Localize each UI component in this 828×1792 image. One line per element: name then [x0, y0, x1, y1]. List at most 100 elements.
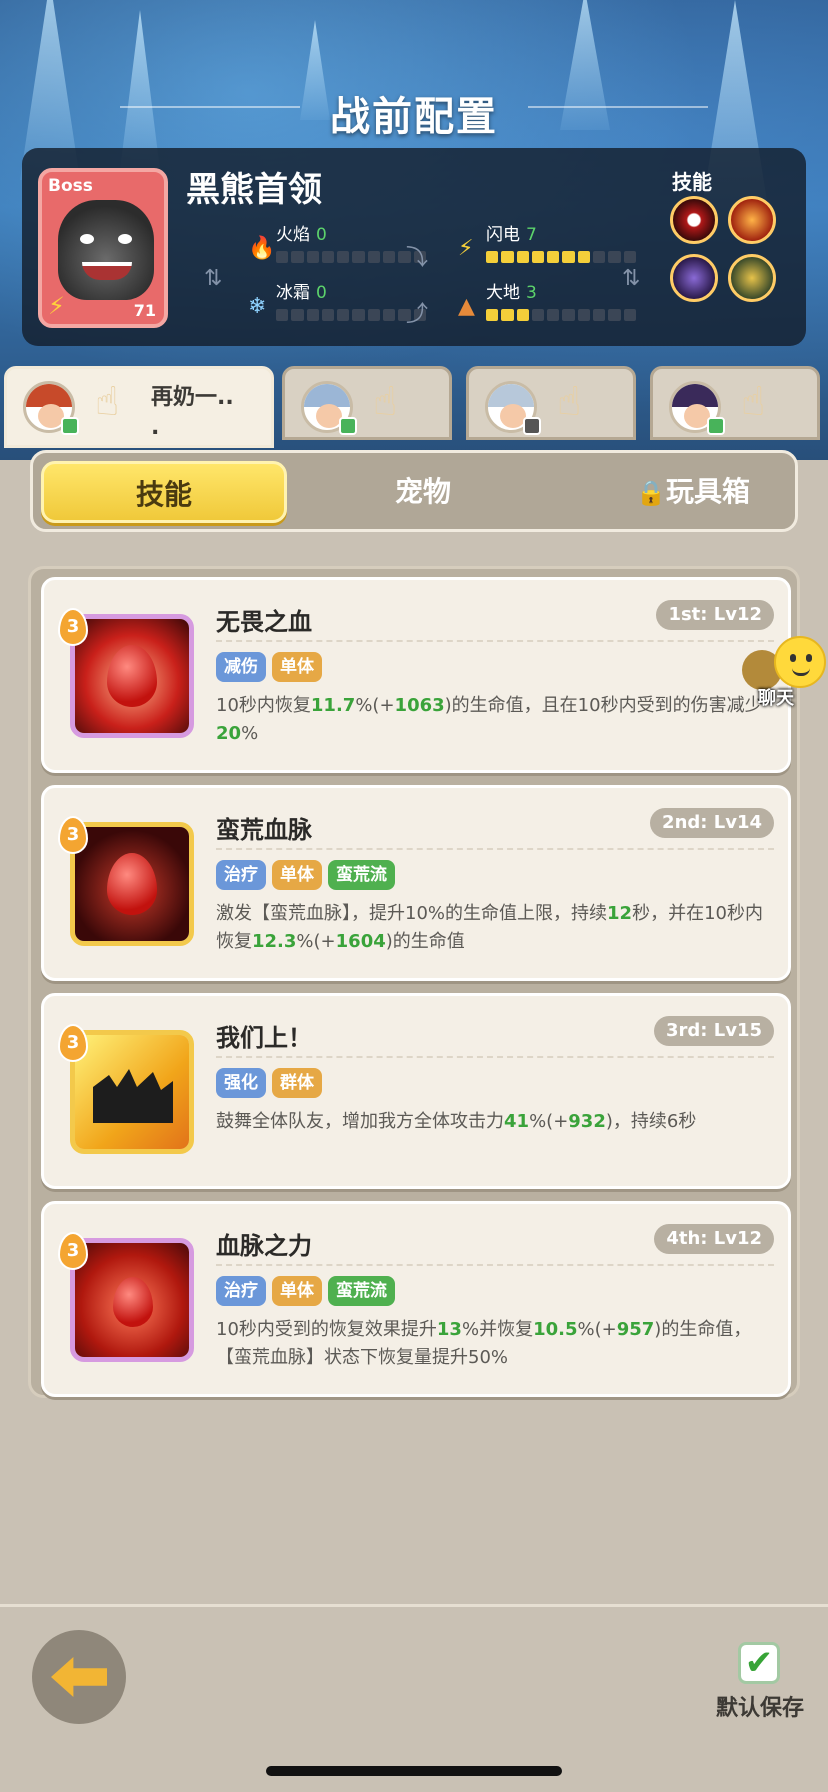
skill-title: 血脉之力: [216, 1232, 312, 1260]
lock-icon: 🔒: [636, 479, 666, 507]
skill-description: 激发【蛮荒血脉】，提升10%的生命值上限，持续12秒，并在10秒内恢复12.3%…: [216, 900, 776, 956]
snowflake-icon: ❄: [248, 294, 267, 319]
hero-tab-4[interactable]: ☝: [650, 366, 820, 440]
page-title: 战前配置: [330, 94, 498, 140]
mountain-icon: ▲: [458, 294, 475, 319]
controller-badge-icon: [339, 417, 357, 435]
hero-tab-2[interactable]: ☝: [282, 366, 452, 440]
skill-tag: 单体: [272, 1276, 322, 1306]
default-save-label[interactable]: 默认保存: [716, 1690, 804, 1722]
stat-bar-segment: [516, 251, 529, 263]
hero-tab-1[interactable]: ☝ 再奶一.. .: [4, 366, 274, 448]
stat-bar-segment: [577, 309, 591, 321]
stat-earth-label: 大地: [486, 283, 520, 303]
stat-bar-segment: [593, 309, 606, 321]
stat-bar-segment: [516, 309, 529, 321]
skill-tag: 群体: [272, 1068, 322, 1098]
skill-blood-drop-icon: [70, 822, 194, 946]
stat-frost: 冰霜 0: [276, 278, 426, 321]
skill-tag: 蛮荒流: [328, 1276, 395, 1306]
boss-level: 71: [133, 301, 156, 320]
skill-desc-segment: )的生命值，且在10秒内受到的伤害减少: [444, 695, 763, 716]
tab-skills[interactable]: 技能: [41, 461, 287, 523]
category-segment: 技能 宠物 🔒玩具箱: [30, 450, 798, 532]
pointing-hand-icon: ☝: [373, 379, 398, 425]
skill-title: 无畏之血: [216, 608, 312, 636]
tab-toybox[interactable]: 🔒玩具箱: [593, 461, 793, 523]
skill-card-4[interactable]: 3 血脉之力 4th: Lv12 治疗 单体 蛮荒流 10秒内受到的恢复效果提升13…: [41, 1201, 791, 1397]
lightning-icon: ⚡: [458, 236, 474, 261]
boss-tag: Boss: [48, 176, 93, 196]
boss-name: 黑熊首领: [186, 170, 322, 210]
skill-desc-segment: 10秒内受到的恢复效果提升: [216, 1319, 437, 1340]
stat-bar-segment: [352, 309, 365, 321]
skill-rally-icon: [70, 1030, 194, 1154]
stat-bar-segment: [291, 309, 304, 321]
stat-bar-segment: [291, 251, 304, 263]
boss-skill-roar-icon[interactable]: [670, 254, 718, 302]
boss-skill-claw-icon[interactable]: [728, 196, 776, 244]
stat-bar-segment: [562, 309, 575, 321]
skill-desc-segment: %(+: [296, 931, 336, 952]
stat-lightning-value: 7: [526, 225, 537, 245]
stat-fire-label: 火焰: [276, 225, 310, 245]
hero-name: 再奶一.. .: [151, 385, 234, 440]
skill-tag: 单体: [272, 652, 322, 682]
skill-tags: 减伤 单体: [216, 652, 322, 682]
controller-badge-icon: [61, 417, 79, 435]
tier-badge: 3: [58, 608, 88, 646]
stat-fire-bar: [276, 251, 426, 263]
stat-earth: 大地 3: [486, 278, 636, 321]
skill-card-2[interactable]: 3 蛮荒血脉 2nd: Lv14 治疗 单体 蛮荒流 激发【蛮荒血脉】，提升10%的…: [41, 785, 791, 981]
home-indicator[interactable]: [266, 1766, 562, 1776]
boss-skill-bite-icon[interactable]: [670, 196, 718, 244]
skill-desc-segment: )的生命值: [385, 931, 465, 952]
stat-bar-segment: [276, 251, 289, 263]
lightning-icon: ⚡: [48, 292, 65, 320]
skill-desc-segment: %(+: [577, 1319, 617, 1340]
skill-rank: 4th: Lv12: [654, 1224, 774, 1254]
skill-desc-segment: 932: [568, 1111, 606, 1132]
stat-bar-segment: [383, 251, 396, 263]
swap-arrow-icon: ⤴: [406, 302, 429, 327]
tab-pets[interactable]: 宠物: [333, 461, 513, 523]
chat-button[interactable]: 聊天: [740, 636, 828, 709]
bottom-bar: [0, 1604, 828, 1792]
skill-tags: 治疗 单体 蛮荒流: [216, 1276, 395, 1306]
chat-label: 聊天: [758, 688, 794, 709]
stat-bar-segment: [531, 309, 545, 321]
skill-card-3[interactable]: 3 我们上！ 3rd: Lv15 强化 群体 鼓舞全体队友，增加我方全体攻击力41…: [41, 993, 791, 1189]
boss-panel: Boss ⚡ 71 黑熊首领 🔥 火焰 0 ⤵ ⚡ 闪电 7 ⇅ ⇅ ❄ 冰霜 0 ⤴…: [22, 148, 806, 346]
skill-title: 我们上！: [216, 1024, 312, 1052]
skill-desc-segment: 1063: [394, 695, 445, 716]
skill-tag: 治疗: [216, 860, 266, 890]
black-bear-avatar: [58, 200, 154, 300]
skill-card-1[interactable]: 3 无畏之血 1st: Lv12 减伤 单体 10秒内恢复11.7%(+1063)…: [41, 577, 791, 773]
stat-bar-segment: [337, 309, 350, 321]
back-button[interactable]: [32, 1630, 126, 1724]
checkbox-icon[interactable]: ✔: [738, 1642, 780, 1684]
skill-tag: 单体: [272, 860, 322, 890]
tier-badge: 3: [58, 1232, 88, 1270]
skill-desc-segment: 激发【蛮荒血脉】，提升10%的生命值上限，持续: [216, 903, 608, 924]
stat-lightning-bar: [486, 251, 636, 263]
skill-title: 蛮荒血脉: [216, 816, 312, 844]
stat-frost-bar: [276, 309, 426, 321]
boss-skill-summon-icon[interactable]: [728, 254, 776, 302]
skill-tag: 减伤: [216, 652, 266, 682]
stat-lightning-label: 闪电: [486, 225, 520, 245]
stat-bar-segment: [486, 251, 499, 263]
boss-portrait[interactable]: Boss ⚡ 71: [38, 168, 168, 328]
stat-bar-segment: [608, 251, 621, 263]
tier-badge: 3: [58, 1024, 88, 1062]
skill-rank: 2nd: Lv14: [650, 808, 774, 838]
stat-bar-segment: [531, 251, 545, 263]
pointing-hand-icon: ☝: [741, 379, 766, 425]
skill-tag: 强化: [216, 1068, 266, 1098]
stat-bar-segment: [352, 251, 365, 263]
skill-desc-segment: %(+: [529, 1111, 569, 1132]
stat-bar-segment: [547, 309, 560, 321]
hero-tab-3[interactable]: ☝: [466, 366, 636, 440]
skill-desc-segment: 1604: [335, 931, 386, 952]
skill-desc-segment: 10秒内恢复: [216, 695, 311, 716]
